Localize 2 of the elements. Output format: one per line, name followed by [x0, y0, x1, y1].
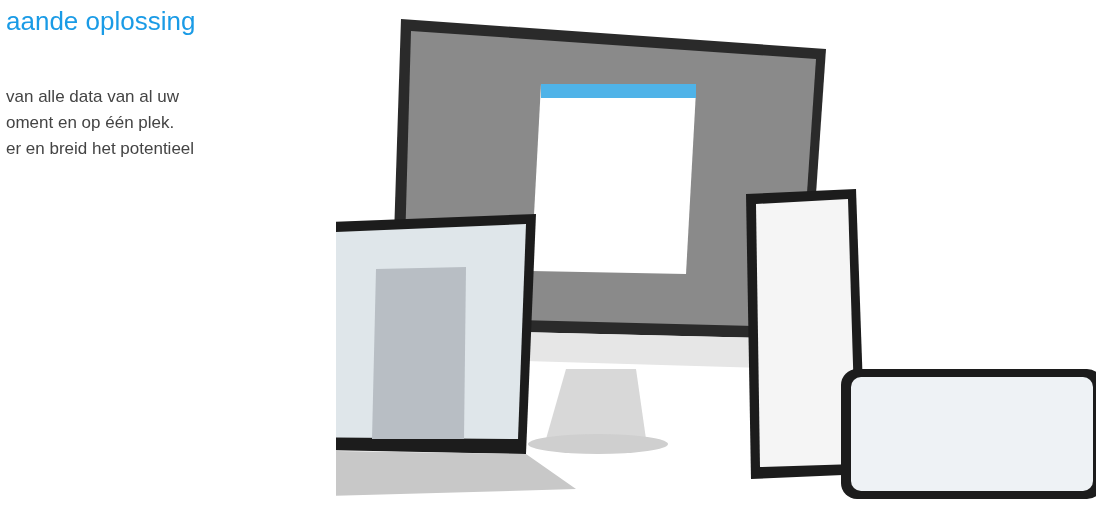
section-heading: aande oplossing — [6, 6, 197, 36]
intro-paragraph: van alle data van al uw oment en op één plek. er en breid het potentieel — [6, 86, 196, 160]
